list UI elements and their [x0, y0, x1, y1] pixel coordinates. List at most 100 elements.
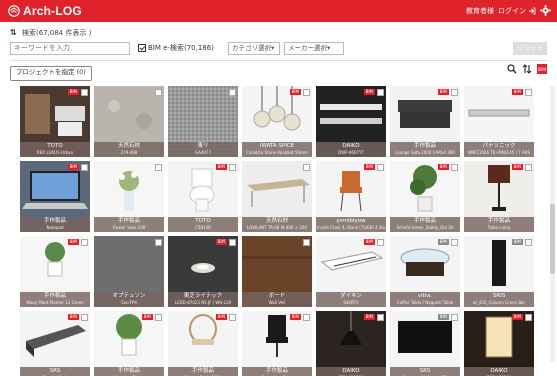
search-icon[interactable] — [507, 64, 517, 74]
product-card[interactable]: BIM 手作製品Executive Chair — [242, 311, 312, 376]
product-card[interactable]: オプテュソン 5ec/FP4 — [94, 236, 164, 307]
product-model: 279-468 — [120, 150, 138, 155]
product-model: LOWLANT TA-08 W 800 × 200 — [247, 225, 307, 230]
select-checkbox[interactable] — [229, 314, 236, 321]
scrollbar-thumb[interactable] — [550, 204, 555, 274]
account-link[interactable]: 教育者様 — [466, 6, 494, 16]
select-checkbox[interactable] — [81, 164, 88, 171]
bim-filter-icon[interactable]: BIM — [537, 64, 547, 74]
select-checkbox[interactable] — [81, 89, 88, 96]
sort-icon[interactable] — [522, 64, 532, 74]
product-card[interactable]: BIM SRIS ut_450_Column Crane Bar — [464, 236, 534, 307]
select-checkbox[interactable] — [525, 239, 532, 246]
product-model: Lounge Sofa 2000 CARLA 360 — [395, 150, 455, 155]
search-title-label: 検索( — [22, 29, 39, 37]
product-caption: vitra. Coffee Table / Noguchi Table — [390, 292, 460, 307]
project-select-button[interactable]: プロジェクトを指定 (0) — [10, 66, 92, 81]
select-checkbox[interactable] — [451, 164, 458, 171]
select-checkbox[interactable] — [377, 89, 384, 96]
product-caption: 手作製品Rattan Chair 3000 — [168, 367, 238, 376]
select-checkbox[interactable] — [155, 89, 162, 96]
product-caption: オプテュソン 5ec/FP4 — [94, 292, 164, 307]
product-card[interactable]: BIM 手作製品Rattan Chair 3000 — [168, 311, 238, 376]
search-controls: BIM e-検索(70,186) カテゴリ選択▾ メーカー選択▾ リセット — [10, 42, 547, 56]
select-checkbox[interactable] — [81, 314, 88, 321]
product-card[interactable]: BIM 手作製品Hanging Plant — [94, 311, 164, 376]
scrollbar[interactable] — [550, 86, 555, 362]
product-card[interactable]: BIM TOTO REO LUXUS Urban — [20, 86, 90, 157]
product-card[interactable]: BIM ダイキン S40RTV — [316, 236, 386, 307]
product-caption: TOTO CS810B — [168, 217, 238, 232]
select-checkbox[interactable] — [377, 314, 384, 321]
product-maker: オプテュソン — [112, 293, 146, 299]
select-checkbox[interactable] — [451, 239, 458, 246]
select-checkbox[interactable] — [303, 164, 310, 171]
select-checkbox[interactable] — [81, 239, 88, 246]
select-checkbox[interactable] — [303, 239, 310, 246]
select-checkbox[interactable] — [229, 164, 236, 171]
product-maker: DAIKO — [490, 368, 508, 374]
product-maker: 手作製品 — [487, 218, 510, 224]
product-card[interactable]: BIM ysmiblyow Inside Chair 4, Black (70/E8… — [316, 161, 386, 232]
bim-badge: BIM — [437, 239, 449, 245]
product-maker: DAIKO — [342, 368, 360, 374]
product-caption: パナソニック NNF21026 TK+NNLF45 / T ARS — [464, 142, 534, 157]
select-checkbox[interactable] — [303, 89, 310, 96]
product-card[interactable]: BIM DAIKO DWP-4607YT — [316, 86, 386, 157]
bim-badge: BIM — [289, 89, 301, 95]
select-checkbox[interactable] — [303, 314, 310, 321]
product-maker: パナソニック — [482, 143, 516, 149]
product-card[interactable]: BIM 手作製品 Notepad — [20, 161, 90, 232]
product-card[interactable]: BIM DAIKODFS-48024Y — [464, 311, 534, 376]
product-card[interactable]: BIM SRSSchwarz Wall Lines TV — [390, 311, 460, 376]
product-card[interactable]: BIM 手作製品 Table Lamp — [464, 161, 534, 232]
product-card[interactable]: 天然石材 LOWLANT TA-08 W 800 × 200 — [242, 161, 312, 232]
product-card[interactable]: BIM TOTO CS810B — [168, 161, 238, 232]
product-maker: 天然石材 — [265, 218, 288, 224]
product-maker: vitra. — [417, 293, 433, 299]
select-checkbox[interactable] — [155, 164, 162, 171]
product-maker: ysmiblyow — [336, 218, 366, 224]
select-checkbox[interactable] — [525, 164, 532, 171]
select-checkbox[interactable] — [377, 164, 384, 171]
product-card[interactable]: 東リ GA4077 — [168, 86, 238, 157]
product-caption: 手作製品 Flower Vase 500 — [94, 217, 164, 232]
product-card[interactable]: BIM IWATA SPICE CaseLite Stone Pendant 50m… — [242, 86, 312, 157]
product-caption: 手作製品 Lounge Sofa 2000 CARLA 360 — [390, 142, 460, 157]
product-card[interactable]: BIM パナソニック NNF21026 TK+NNLF45 / T ARS — [464, 86, 534, 157]
login-link[interactable]: ログイン — [498, 6, 536, 16]
bim-checkbox[interactable] — [138, 44, 146, 52]
search-title: 検索(67,084 件表示 ) — [22, 28, 91, 38]
product-card[interactable]: ボード Wall Veil — [242, 236, 312, 307]
product-maker: 手作製品 — [413, 143, 436, 149]
product-card[interactable]: BIM SRSBench / Bolt — [20, 311, 90, 376]
product-card[interactable]: BIM 手作製品 Waxy Plant Planter 13 Green — [20, 236, 90, 307]
logo[interactable]: Arch-LOG — [8, 4, 82, 18]
product-model: Notepad — [46, 225, 64, 230]
select-checkbox[interactable] — [451, 89, 458, 96]
select-checkbox[interactable] — [451, 314, 458, 321]
select-checkbox[interactable] — [525, 314, 532, 321]
product-card[interactable]: BIM 東芝ライテック LEDD-87023 NS JF / WH-LS9 — [168, 236, 238, 307]
product-card[interactable]: BIM vitra. Coffee Table / Noguchi Table — [390, 236, 460, 307]
select-checkbox[interactable] — [377, 239, 384, 246]
select-checkbox[interactable] — [155, 314, 162, 321]
product-card[interactable]: BIM DAIKODPN-41059Y — [316, 311, 386, 376]
select-checkbox[interactable] — [229, 239, 236, 246]
category-dropdown[interactable]: カテゴリ選択▾ — [228, 42, 280, 55]
bim-badge: BIM — [363, 239, 375, 245]
bim-search-toggle[interactable]: BIM e-検索(70,186) — [138, 43, 214, 53]
product-card[interactable]: 手作製品 Flower Vase 500 — [94, 161, 164, 232]
product-card[interactable]: BIM 手作製品 Lounge Sofa 2000 CARLA 360 — [390, 86, 460, 157]
select-checkbox[interactable] — [229, 89, 236, 96]
settings-gear-icon[interactable] — [540, 5, 551, 16]
reset-button[interactable]: リセット — [513, 42, 547, 55]
login-arrow-icon — [529, 7, 536, 14]
maker-dropdown[interactable]: メーカー選択▾ — [284, 42, 344, 55]
select-checkbox[interactable] — [155, 239, 162, 246]
keyword-input[interactable] — [10, 42, 130, 55]
select-checkbox[interactable] — [525, 89, 532, 96]
product-card[interactable]: 天然石材 279-468 — [94, 86, 164, 157]
product-card[interactable]: BIM 手作製品 Schefa Green_Stably_Gla 3X — [390, 161, 460, 232]
product-caption: 天然石材 LOWLANT TA-08 W 800 × 200 — [242, 217, 312, 232]
